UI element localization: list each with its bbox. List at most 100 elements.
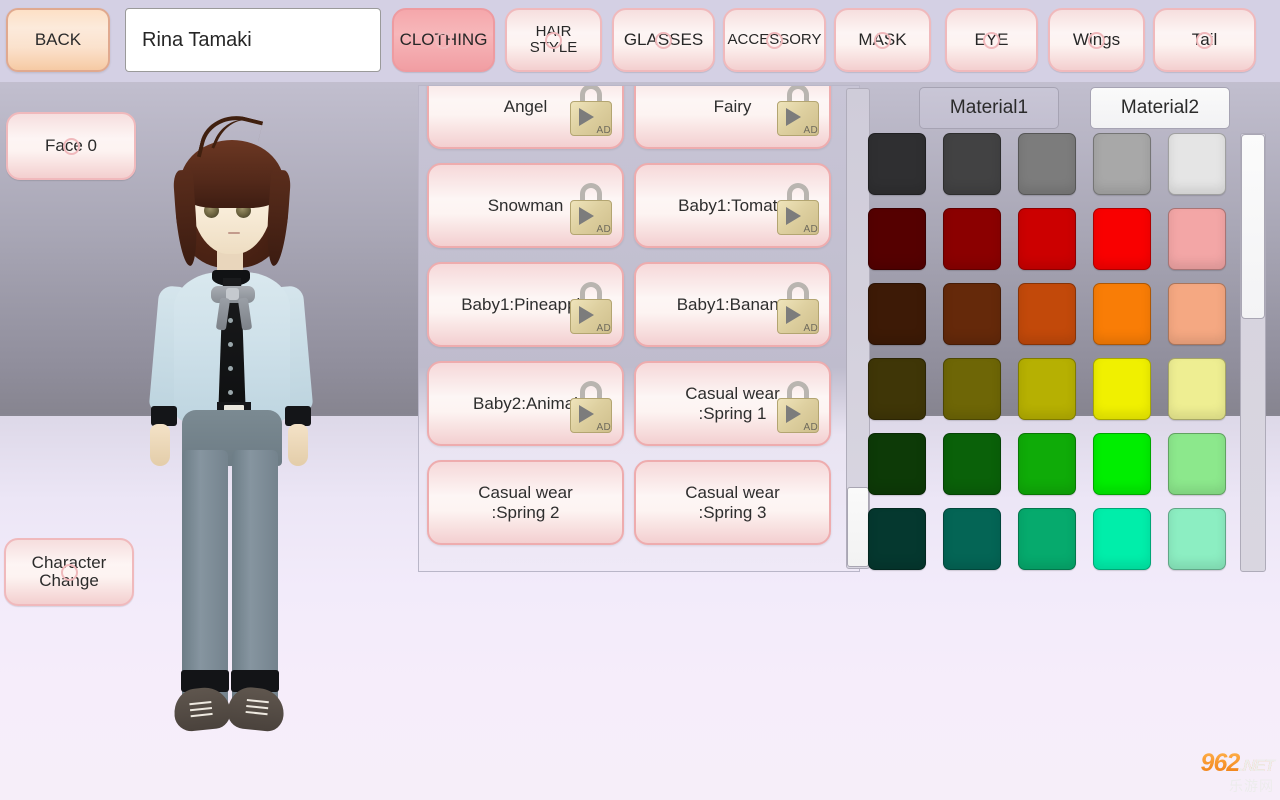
tab-material2[interactable]: Material2 [1090,87,1230,129]
clothing-list-viewport[interactable]: AngelADFairyADSnowmanADBaby1:TomatoADBab… [419,86,839,571]
character-change-button[interactable]: Character Change [4,538,134,606]
ad-label: AD [804,323,819,334]
color-swatch[interactable] [1018,133,1076,195]
top-toolbar: BACK Rina Tamaki CLOTHINGHAIR STYLE GLASS… [0,0,1280,82]
color-palette[interactable] [868,133,1280,572]
hand-right [288,424,308,466]
color-swatch[interactable] [943,358,1001,420]
clothing-item-label: Baby2:Animal [473,394,578,413]
tab-material1-label: Material1 [950,97,1028,119]
clothing-list-grid: AngelADFairyADSnowmanADBaby1:TomatoADBab… [419,86,839,551]
color-swatch[interactable] [1168,283,1226,345]
tab-material2-label: Material2 [1121,97,1199,119]
lock-ad-icon[interactable]: AD [775,381,821,433]
play-icon [579,207,594,225]
color-swatch[interactable] [1018,358,1076,420]
color-swatch[interactable] [1018,208,1076,270]
lock-ad-icon[interactable]: AD [775,282,821,334]
color-swatch[interactable] [1168,433,1226,495]
face-button[interactable]: Face 0 [6,112,136,180]
clothing-item-label: Casual wear :Spring 1 [685,384,780,422]
color-swatch[interactable] [868,208,926,270]
play-icon [579,108,594,126]
color-swatch[interactable] [1168,208,1226,270]
color-swatch[interactable] [868,508,926,570]
lock-ad-icon[interactable]: AD [775,183,821,235]
tab-wings[interactable]: Wings [1048,8,1145,72]
tab-material1[interactable]: Material1 [919,87,1059,129]
back-button[interactable]: BACK [6,8,110,72]
color-swatch[interactable] [868,358,926,420]
tab-clothing[interactable]: CLOTHING [392,8,495,72]
color-swatch[interactable] [943,508,1001,570]
tab-tail[interactable]: Tail [1153,8,1256,72]
lock-ad-icon[interactable]: AD [568,183,614,235]
tab-hair-style[interactable]: HAIR STYLE [505,8,602,72]
ad-label: AD [597,323,612,334]
watermark-secondary: 乐游网 [1229,779,1274,793]
clothing-list-scrollbar-thumb[interactable] [847,487,869,567]
cardigan-button [228,318,233,323]
lock-ad-icon[interactable]: AD [568,381,614,433]
sleeve-cuff-left [151,406,177,426]
tab-label: EYE [970,31,1012,49]
tab-glasses[interactable]: GLASSES [612,8,715,72]
cardigan-button [228,390,233,395]
clothing-item[interactable]: Casual wear :Spring 3 [634,460,831,545]
ad-label: AD [804,224,819,235]
color-swatch[interactable] [943,133,1001,195]
clothing-item-label: Casual wear :Spring 3 [685,483,780,521]
tab-label: MASK [854,31,910,49]
color-swatch[interactable] [868,283,926,345]
color-swatch[interactable] [943,283,1001,345]
clothing-item-label: Fairy [714,97,752,116]
clothing-item[interactable]: Casual wear :Spring 2 [427,460,624,545]
clothing-item[interactable]: Baby1:BananaAD [634,262,831,347]
color-swatch[interactable] [868,133,926,195]
tab-accessory[interactable]: ACCESSORY [723,8,826,72]
lock-ad-icon[interactable]: AD [775,86,821,136]
color-swatch[interactable] [868,433,926,495]
palette-scrollbar-thumb[interactable] [1241,134,1265,319]
color-swatch[interactable] [1093,133,1151,195]
character-avatar[interactable] [118,110,348,760]
color-swatch[interactable] [1093,358,1151,420]
character-change-label: Character Change [6,554,132,590]
clothing-item[interactable]: Baby2:Animal AD [427,361,624,446]
ad-label: AD [597,422,612,433]
lock-ad-icon[interactable]: AD [568,282,614,334]
character-name-input[interactable]: Rina Tamaki [125,8,381,72]
clothing-item[interactable]: Fairy AD [634,86,831,149]
color-swatch[interactable] [1168,133,1226,195]
clothing-item-label: Casual wear :Spring 2 [478,483,573,521]
ad-label: AD [597,125,612,136]
tab-label: GLASSES [620,31,707,49]
color-swatch[interactable] [1168,358,1226,420]
clothing-item[interactable]: Baby1:PineappleAD [427,262,624,347]
sleeve-cuff-right [285,406,311,426]
face-button-label: Face 0 [45,137,97,155]
cardigan-button [228,342,233,347]
color-swatch[interactable] [1018,283,1076,345]
lock-ad-icon[interactable]: AD [568,86,614,136]
clothing-item[interactable]: SnowmanAD [427,163,624,248]
color-swatch[interactable] [943,208,1001,270]
tab-mask[interactable]: MASK [834,8,931,72]
play-icon [786,207,801,225]
tab-label: Wings [1069,31,1124,49]
clothing-item[interactable]: Casual wear :Spring 1AD [634,361,831,446]
color-swatch[interactable] [1093,433,1151,495]
color-swatch[interactable] [1018,433,1076,495]
color-swatch[interactable] [1093,508,1151,570]
color-swatch[interactable] [1018,508,1076,570]
color-swatch[interactable] [1093,208,1151,270]
tab-label: Tail [1188,31,1222,49]
back-button-label: BACK [35,30,81,50]
clothing-item[interactable]: AngelAD [427,86,624,149]
color-swatch[interactable] [1093,283,1151,345]
clothing-item[interactable]: Baby1:TomatoAD [634,163,831,248]
tab-eye[interactable]: EYE [945,8,1038,72]
color-swatch[interactable] [943,433,1001,495]
hand-left [150,424,170,466]
color-swatch[interactable] [1168,508,1226,570]
